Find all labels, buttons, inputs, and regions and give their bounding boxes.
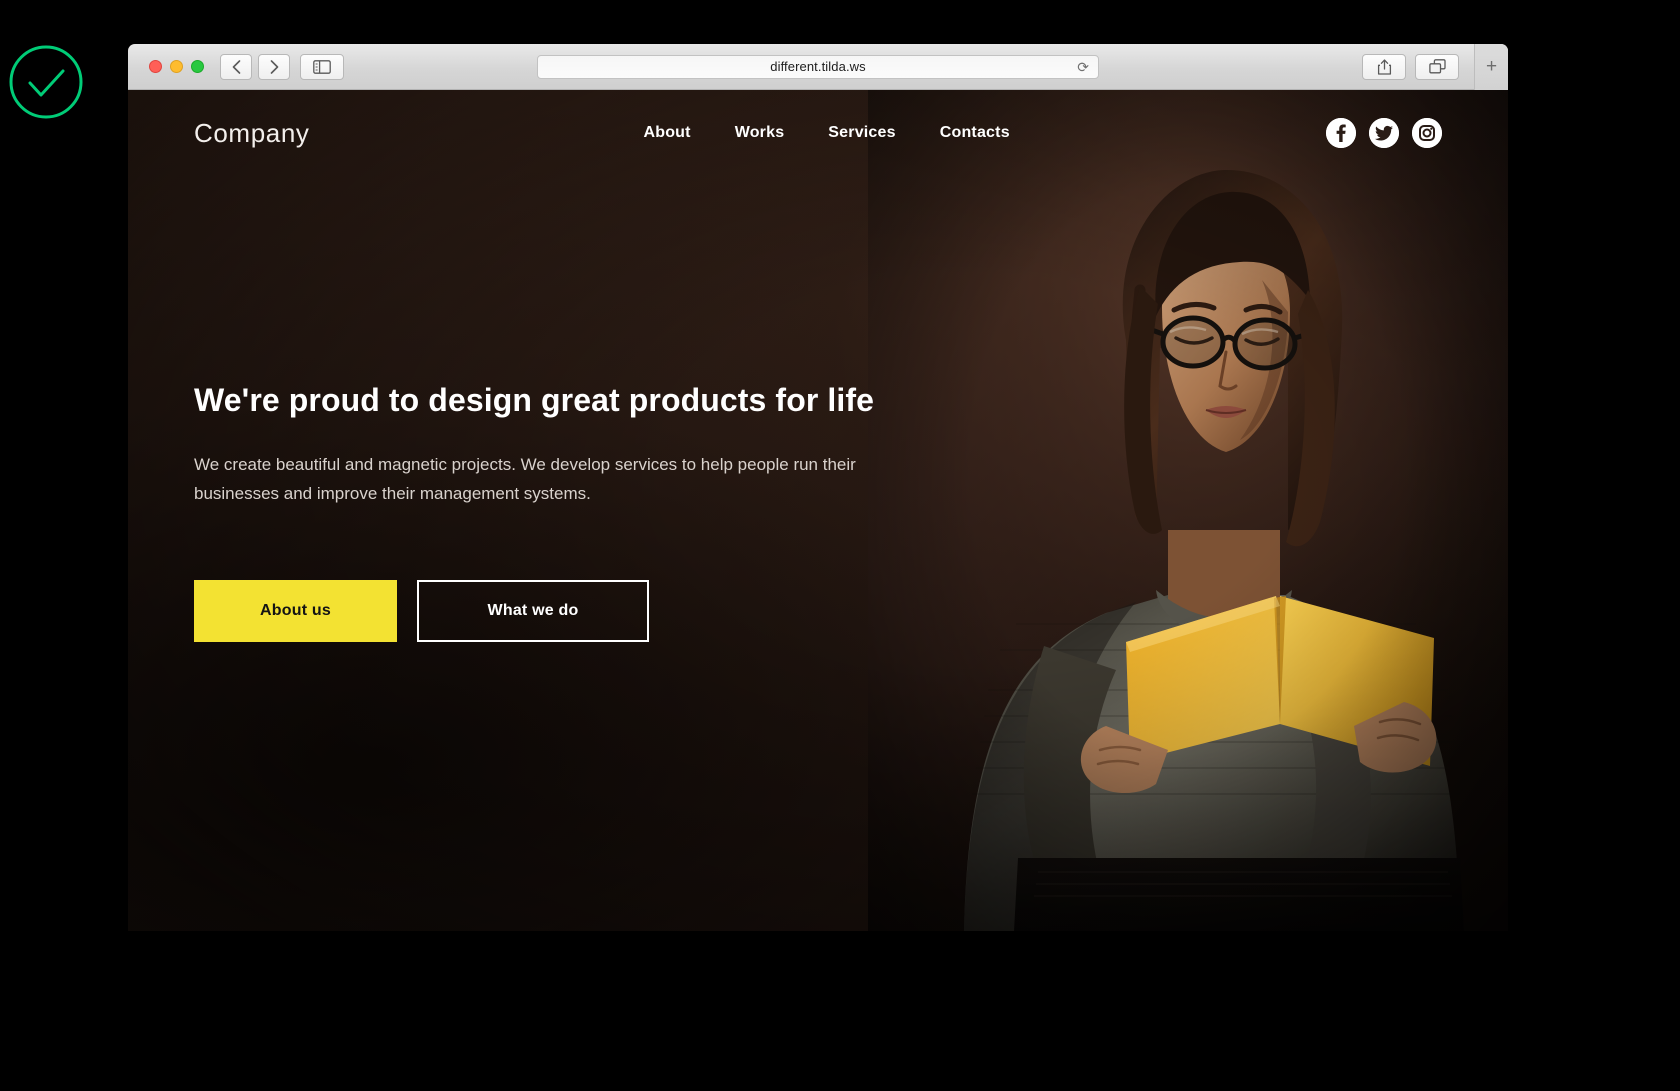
success-check-badge [6,42,86,122]
maximize-window-button[interactable] [191,60,204,73]
chevron-left-icon [232,59,240,74]
minimize-window-button[interactable] [170,60,183,73]
window-traffic-lights[interactable] [149,60,204,73]
hero-title: We're proud to design great products for… [194,382,875,418]
social-links [1326,118,1442,148]
toolbar-right-group: + [1362,44,1508,90]
forward-button[interactable] [258,53,290,80]
twitter-icon [1369,118,1399,148]
chevron-right-icon [270,59,278,74]
main-navigation: About Works Services Contacts [643,124,1009,142]
instagram-link[interactable] [1412,118,1442,148]
address-bar-url: different.tilda.ws [770,59,866,74]
browser-toolbar: different.tilda.ws ⟳ + [128,44,1508,90]
hero-cta-group: About us What we do [194,580,894,643]
reload-button[interactable]: ⟳ [1077,60,1089,74]
nav-item-services[interactable]: Services [828,124,895,142]
about-us-button[interactable]: About us [194,580,397,643]
nav-item-works[interactable]: Works [735,124,785,142]
twitter-link[interactable] [1369,118,1399,148]
hero-subtitle: We create beautiful and magnetic project… [194,455,856,504]
check-circle-icon [9,45,83,119]
back-button[interactable] [220,53,252,80]
toggle-sidebar-button[interactable] [300,53,344,80]
sidebar-icon [313,59,331,74]
share-button[interactable] [1362,53,1406,80]
tabs-overview-icon [1428,59,1446,74]
address-bar[interactable]: different.tilda.ws ⟳ [537,54,1099,79]
site-header: Company About Works Services Contacts [128,90,1508,176]
browser-window: different.tilda.ws ⟳ + Company About Wor… [128,44,1508,931]
new-tab-button[interactable]: + [1474,44,1508,90]
site-logo[interactable]: Company [194,118,309,149]
facebook-icon [1326,118,1356,148]
hero-section: We're proud to design great products for… [194,380,894,643]
page-viewport: Company About Works Services Contacts We… [128,90,1508,931]
facebook-link[interactable] [1326,118,1356,148]
navigation-buttons [220,53,290,80]
tab-overview-button[interactable] [1415,53,1459,80]
instagram-icon [1412,118,1442,148]
share-icon [1377,58,1391,75]
what-we-do-button[interactable]: What we do [417,580,649,643]
nav-item-about[interactable]: About [643,124,690,142]
close-window-button[interactable] [149,60,162,73]
nav-item-contacts[interactable]: Contacts [940,124,1010,142]
